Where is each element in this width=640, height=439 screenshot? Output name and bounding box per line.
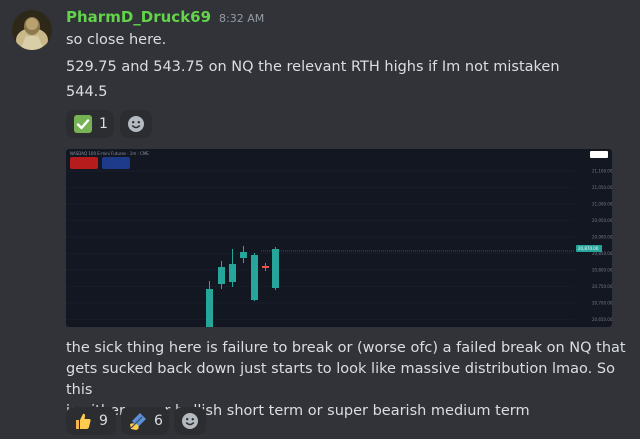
chart-image-embed[interactable]: NASDAQ 100 E-mini Futures · 1m · CME 21,… — [66, 149, 612, 327]
reaction-check-mark[interactable]: 1 — [66, 110, 114, 138]
price-tick-label: 20,750.00 — [592, 284, 612, 289]
writing-hand-icon — [128, 411, 148, 431]
candle-body — [229, 264, 236, 282]
candle-body — [240, 252, 247, 258]
username[interactable]: PharmD_Druck69 — [66, 8, 211, 26]
avatar-image — [12, 10, 52, 50]
check-mark-icon — [73, 114, 93, 134]
price-tick-label: 20,650.00 — [592, 317, 612, 322]
candle-body — [262, 266, 269, 268]
reaction-thumbs-up[interactable]: 9 — [66, 407, 116, 435]
price-tick-label: 20,900.00 — [592, 235, 612, 240]
price-tick-label: 20,800.00 — [592, 268, 612, 273]
smiley-icon — [182, 413, 198, 429]
candle-body — [218, 267, 225, 284]
add-reaction-button[interactable] — [174, 407, 206, 435]
message-line: the sick thing here is failure to break … — [66, 340, 626, 356]
candlestick-chart: 21,100.00 21,050.00 21,000.00 20,950.00 20,9… — [66, 169, 612, 327]
message-line: 544.5 — [66, 84, 108, 100]
message-line: gets sucked back down just starts to loo… — [66, 361, 615, 398]
thumbs-up-icon — [73, 411, 93, 431]
price-tick-label: 21,050.00 — [592, 185, 612, 190]
avatar[interactable] — [12, 10, 52, 50]
smiley-icon — [128, 116, 144, 132]
timestamp[interactable]: 8:32 AM — [219, 12, 264, 25]
price-tick-label: 20,700.00 — [592, 301, 612, 306]
add-reaction-button[interactable] — [120, 110, 152, 138]
message-header: PharmD_Druck69 8:32 AM — [66, 8, 264, 28]
candle-body — [206, 289, 213, 327]
reaction-writing-hand[interactable]: 6 — [121, 407, 169, 435]
reaction-count: 9 — [99, 413, 108, 429]
reaction-count: 6 — [154, 413, 163, 429]
price-tick-label: 21,000.00 — [592, 202, 612, 207]
current-price-label: 20,870.00 — [578, 246, 599, 251]
candle-body — [251, 255, 258, 300]
message-line: so close here. — [66, 32, 167, 48]
message-line: 529.75 and 543.75 on NQ the relevant RTH… — [66, 59, 560, 75]
price-tick-label: 20,950.00 — [592, 218, 612, 223]
price-tick-label: 21,100.00 — [592, 169, 612, 174]
reaction-count: 1 — [99, 116, 108, 132]
candle-body — [272, 249, 279, 288]
